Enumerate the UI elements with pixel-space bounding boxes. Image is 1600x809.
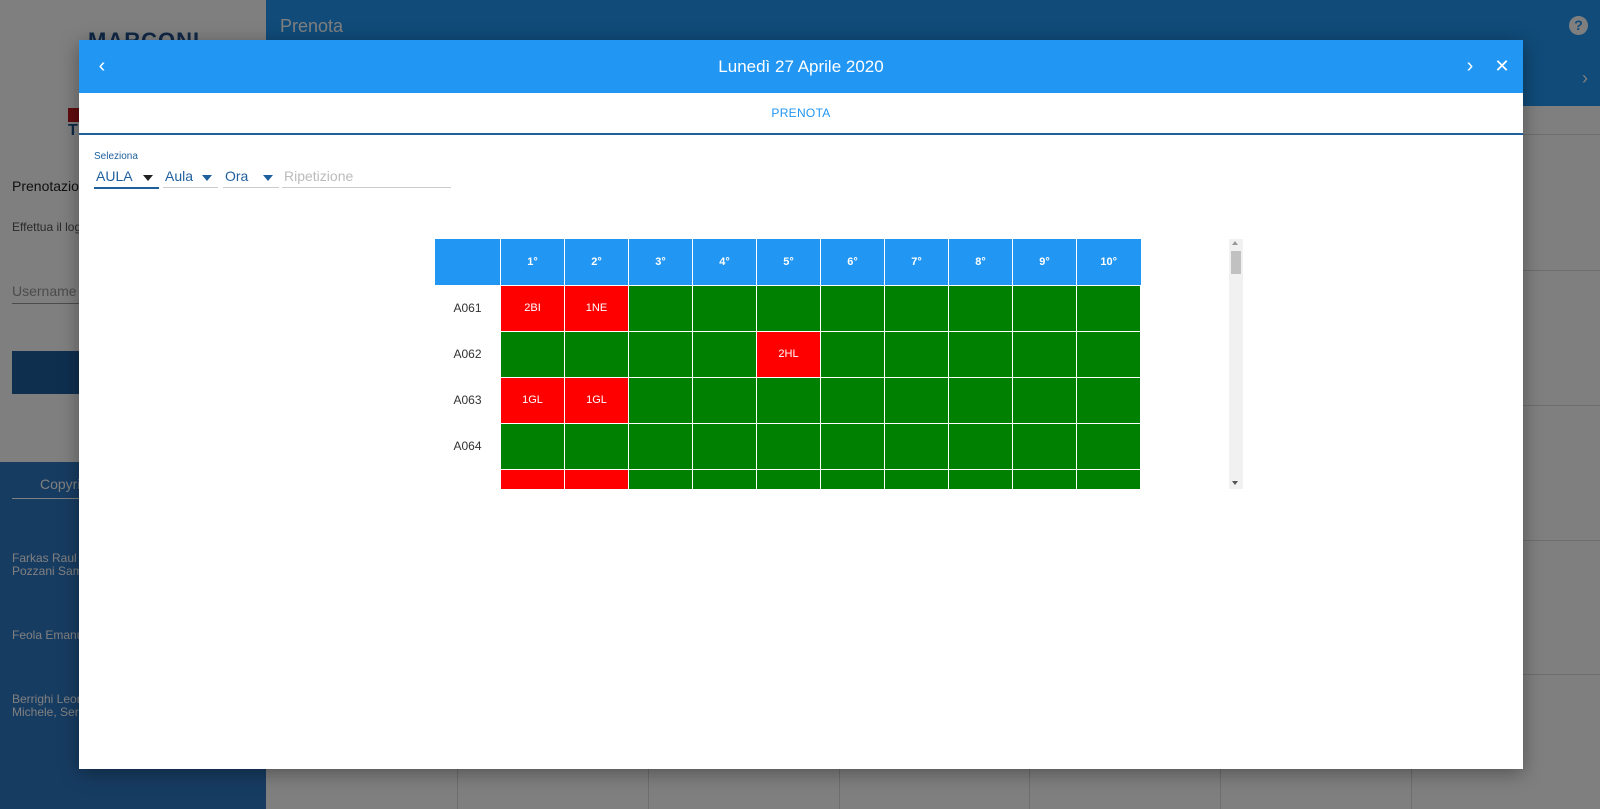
free-slot[interactable] xyxy=(628,330,693,378)
grid-corner xyxy=(435,239,501,285)
booked-slot[interactable]: 1GL xyxy=(500,376,565,424)
booked-slot[interactable] xyxy=(500,468,565,489)
free-slot[interactable] xyxy=(948,330,1013,378)
free-slot[interactable] xyxy=(564,422,629,470)
free-slot[interactable] xyxy=(628,422,693,470)
booked-slot[interactable] xyxy=(564,468,629,489)
free-slot[interactable] xyxy=(1076,284,1141,332)
room-label: A064 xyxy=(435,423,501,469)
free-slot[interactable] xyxy=(948,376,1013,424)
select-label: Seleziona xyxy=(94,151,138,162)
free-slot[interactable] xyxy=(756,468,821,489)
tab-bar: PRENOTA xyxy=(79,93,1523,135)
hour-header: 8° xyxy=(948,239,1013,285)
room-row: A062 2HL xyxy=(435,330,1141,378)
booked-slot[interactable]: 2BI xyxy=(500,284,565,332)
scroll-down-arrow-icon[interactable] xyxy=(1232,481,1238,485)
free-slot[interactable] xyxy=(820,330,885,378)
free-slot[interactable] xyxy=(820,284,885,332)
tab-prenota[interactable]: PRENOTA xyxy=(79,93,1523,133)
repetition-input[interactable] xyxy=(282,165,451,188)
aula-select-value: Aula xyxy=(165,168,194,184)
grid-body: A061 2BI 1NE A062 2HL A063 1GL 1GL A064 xyxy=(435,284,1141,489)
free-slot[interactable] xyxy=(692,330,757,378)
free-slot[interactable] xyxy=(628,468,693,489)
room-label: A062 xyxy=(435,331,501,377)
free-slot[interactable] xyxy=(692,376,757,424)
free-slot[interactable] xyxy=(692,468,757,489)
hours-header-row: 1° 2° 3° 4° 5° 6° 7° 8° 9° 10° xyxy=(435,239,1141,285)
free-slot[interactable] xyxy=(628,376,693,424)
free-slot[interactable] xyxy=(884,284,949,332)
chevron-left-icon[interactable]: ‹ xyxy=(87,40,117,93)
free-slot[interactable] xyxy=(884,376,949,424)
free-slot[interactable] xyxy=(756,284,821,332)
booking-modal: Lunedì 27 Aprile 2020 ‹ › ✕ PRENOTA Sele… xyxy=(79,40,1523,769)
free-slot[interactable] xyxy=(1012,376,1077,424)
free-slot[interactable] xyxy=(1012,468,1077,489)
free-slot[interactable] xyxy=(884,468,949,489)
schedule-grid: 1° 2° 3° 4° 5° 6° 7° 8° 9° 10° A061 2BI 1NE A062 2HL A… xyxy=(435,239,1141,489)
hour-header: 3° xyxy=(628,239,693,285)
type-select-value: AULA xyxy=(96,168,133,184)
ora-select[interactable]: Ora xyxy=(223,165,279,188)
free-slot[interactable] xyxy=(692,422,757,470)
room-label: A061 xyxy=(435,285,501,331)
free-slot[interactable] xyxy=(692,284,757,332)
free-slot[interactable] xyxy=(1076,422,1141,470)
hour-header: 2° xyxy=(564,239,629,285)
dropdown-arrow-icon xyxy=(202,175,212,181)
room-row: A061 2BI 1NE xyxy=(435,284,1141,332)
type-select[interactable]: AULA xyxy=(94,165,159,189)
free-slot[interactable] xyxy=(820,376,885,424)
dropdown-arrow-icon xyxy=(143,175,153,181)
schedule-grid-container[interactable]: 1° 2° 3° 4° 5° 6° 7° 8° 9° 10° A061 2BI 1NE A062 2HL A… xyxy=(435,239,1165,489)
room-label: A063 xyxy=(435,377,501,423)
ora-select-value: Ora xyxy=(225,168,249,184)
free-slot[interactable] xyxy=(948,468,1013,489)
free-slot[interactable] xyxy=(756,422,821,470)
modal-header: Lunedì 27 Aprile 2020 ‹ › ✕ xyxy=(79,40,1523,93)
free-slot[interactable] xyxy=(948,284,1013,332)
free-slot[interactable] xyxy=(884,330,949,378)
aula-select[interactable]: Aula xyxy=(163,165,218,188)
free-slot[interactable] xyxy=(1076,468,1141,489)
hour-header: 5° xyxy=(756,239,821,285)
hour-header: 10° xyxy=(1076,239,1141,285)
free-slot[interactable] xyxy=(564,330,629,378)
room-label xyxy=(435,469,501,489)
free-slot[interactable] xyxy=(628,284,693,332)
free-slot[interactable] xyxy=(1076,376,1141,424)
free-slot[interactable] xyxy=(500,330,565,378)
free-slot[interactable] xyxy=(1076,330,1141,378)
booked-slot[interactable]: 2HL xyxy=(756,330,821,378)
booked-slot[interactable]: 1NE xyxy=(564,284,629,332)
free-slot[interactable] xyxy=(820,422,885,470)
modal-date-title: Lunedì 27 Aprile 2020 xyxy=(718,57,884,76)
free-slot[interactable] xyxy=(820,468,885,489)
free-slot[interactable] xyxy=(948,422,1013,470)
hour-header: 6° xyxy=(820,239,885,285)
free-slot[interactable] xyxy=(1012,422,1077,470)
scroll-thumb[interactable] xyxy=(1231,251,1241,274)
hour-header: 7° xyxy=(884,239,949,285)
dropdown-arrow-icon xyxy=(263,175,273,181)
free-slot[interactable] xyxy=(500,422,565,470)
room-row: A064 xyxy=(435,422,1141,470)
close-icon[interactable]: ✕ xyxy=(1487,40,1517,93)
free-slot[interactable] xyxy=(1012,284,1077,332)
room-row: A063 1GL 1GL xyxy=(435,376,1141,424)
free-slot[interactable] xyxy=(1012,330,1077,378)
free-slot[interactable] xyxy=(756,376,821,424)
hour-header: 9° xyxy=(1012,239,1077,285)
booked-slot[interactable]: 1GL xyxy=(564,376,629,424)
hour-header: 1° xyxy=(500,239,565,285)
chevron-right-icon[interactable]: › xyxy=(1455,40,1485,93)
hour-header: 4° xyxy=(692,239,757,285)
free-slot[interactable] xyxy=(884,422,949,470)
grid-scrollbar[interactable] xyxy=(1229,239,1243,489)
scroll-up-arrow-icon[interactable] xyxy=(1232,241,1238,245)
room-row xyxy=(435,468,1141,489)
